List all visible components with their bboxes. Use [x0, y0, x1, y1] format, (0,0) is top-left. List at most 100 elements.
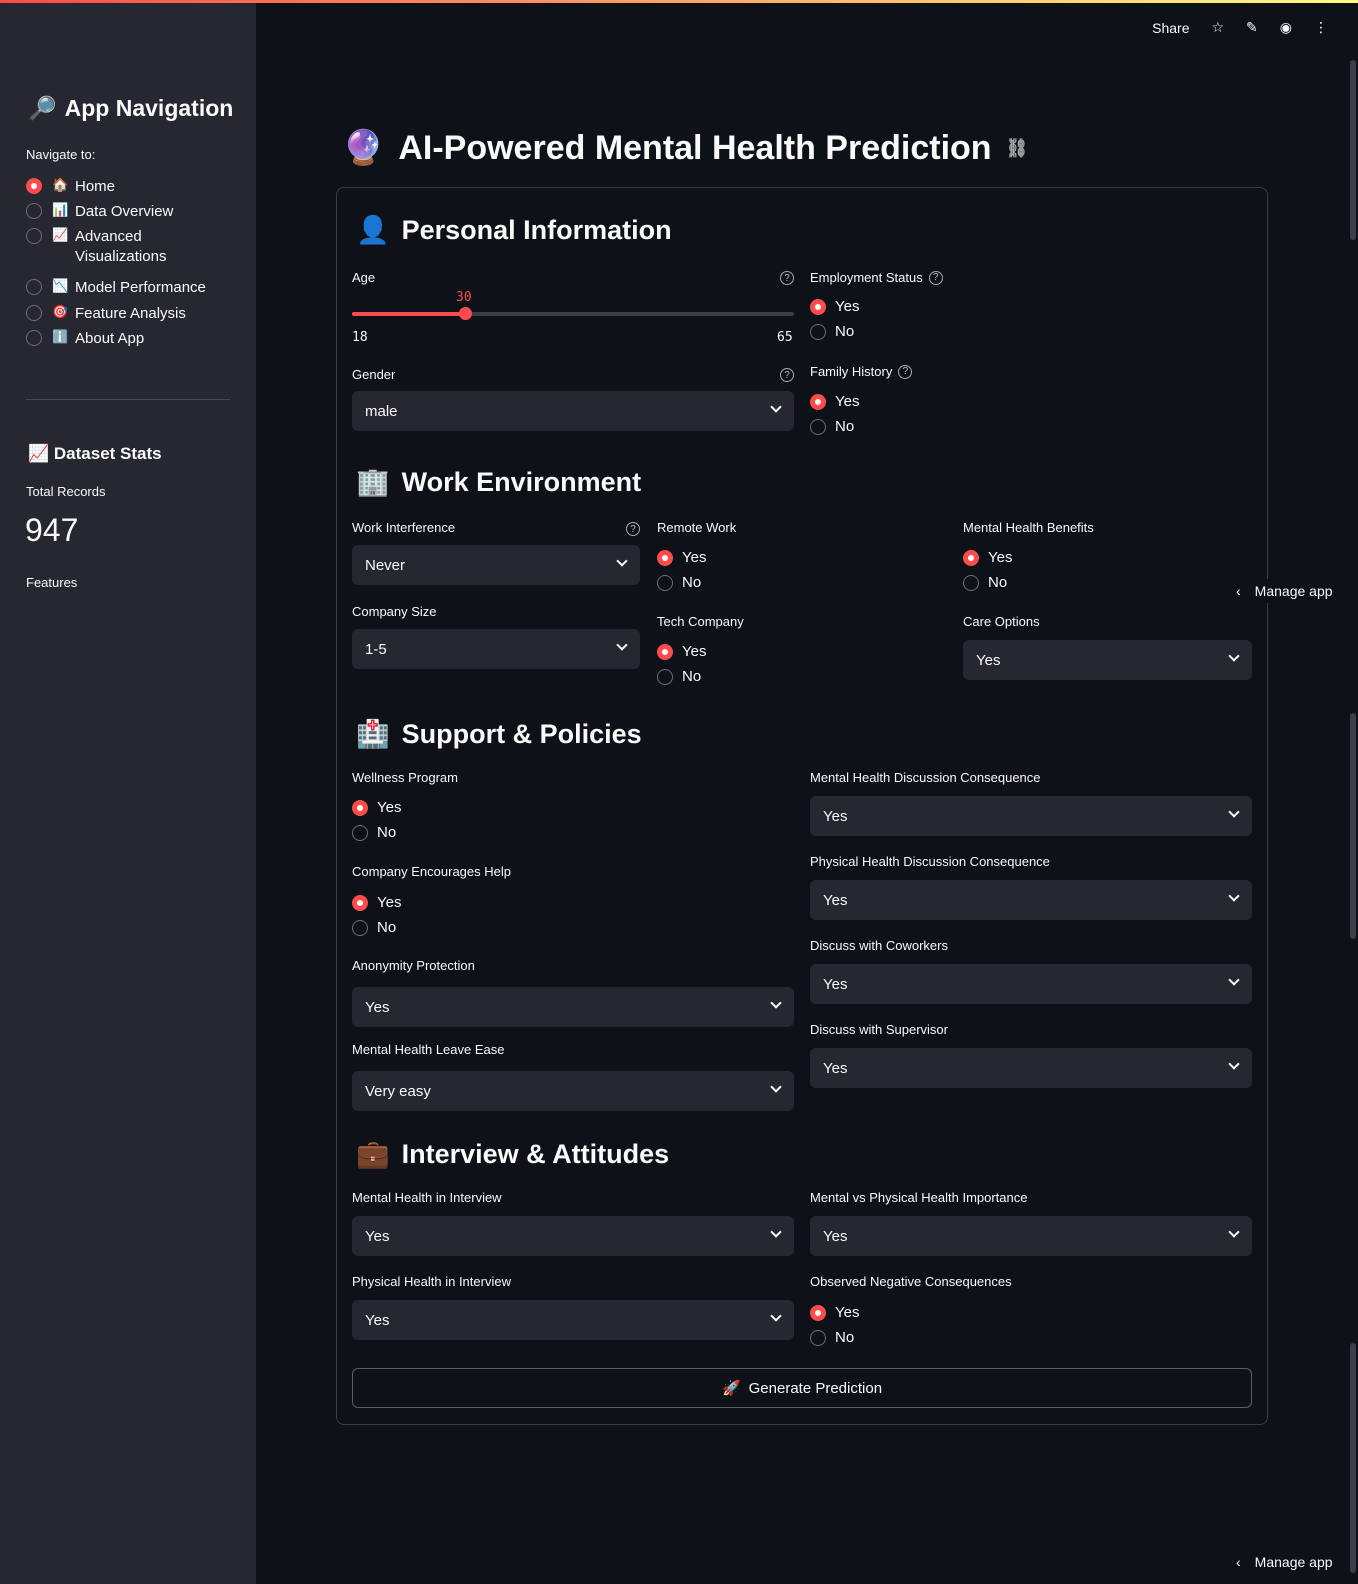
- employment-no[interactable]: No: [810, 323, 854, 340]
- mh-benefits-yes[interactable]: Yes: [963, 549, 1012, 566]
- section-title: Work Environment: [401, 466, 642, 497]
- radio-selected-icon[interactable]: [810, 299, 826, 315]
- option-label: Yes: [377, 799, 402, 816]
- page-title-text: AI-Powered Mental Health Prediction: [398, 128, 992, 167]
- radio-selected-icon[interactable]: [810, 1305, 826, 1321]
- radio-icon[interactable]: [352, 920, 368, 936]
- radio-selected-icon[interactable]: [352, 895, 368, 911]
- radio-icon[interactable]: [26, 203, 42, 219]
- radio-selected-icon[interactable]: [26, 178, 42, 194]
- sidebar-item-advanced-visualizations[interactable]: 📈 Advanced Visualizations: [26, 227, 195, 267]
- family-history-no[interactable]: No: [810, 418, 854, 435]
- sidebar-item-label: About App: [75, 330, 145, 347]
- radio-selected-icon[interactable]: [657, 644, 673, 660]
- obs-consequence-yes[interactable]: Yes: [810, 1304, 859, 1321]
- sidebar-item-data-overview[interactable]: 📊 Data Overview: [26, 202, 173, 222]
- mh-benefits-no[interactable]: No: [963, 574, 1007, 591]
- mvp-select[interactable]: Yes: [810, 1216, 1252, 1256]
- company-encourages-help-label: Company Encourages Help: [352, 864, 511, 879]
- encourages-help-no[interactable]: No: [352, 919, 396, 936]
- option-label: Yes: [988, 549, 1013, 566]
- manage-app-button[interactable]: ‹ Manage app: [1236, 579, 1333, 603]
- wellness-yes[interactable]: Yes: [352, 799, 401, 816]
- radio-selected-icon[interactable]: [810, 394, 826, 410]
- scrollbar-thumb[interactable]: [1350, 1343, 1356, 1573]
- navigate-label: Navigate to:: [26, 147, 96, 162]
- work-interference-select[interactable]: Never: [352, 545, 640, 585]
- radio-icon[interactable]: [810, 324, 826, 340]
- sidebar-item-model-performance[interactable]: 📉 Model Performance: [26, 278, 206, 298]
- target-icon: 🎯: [52, 304, 69, 319]
- chart-down-icon: 📉: [52, 278, 69, 293]
- dataset-stats-title: 📈 Dataset Stats: [28, 444, 162, 463]
- radio-icon[interactable]: [810, 1330, 826, 1346]
- help-icon[interactable]: ?: [928, 270, 943, 285]
- radio-icon[interactable]: [26, 305, 42, 321]
- gender-select[interactable]: male: [352, 391, 794, 431]
- family-history-yes[interactable]: Yes: [810, 393, 859, 410]
- label-text: Family History: [810, 364, 893, 379]
- more-menu-icon[interactable]: ⋮: [1314, 19, 1328, 36]
- mvp-label: Mental vs Physical Health Importance: [810, 1190, 1028, 1205]
- help-icon[interactable]: ?: [780, 271, 794, 285]
- link-icon[interactable]: ⛓: [1006, 138, 1029, 159]
- radio-icon[interactable]: [657, 669, 673, 685]
- company-size-select[interactable]: 1-5: [352, 629, 640, 669]
- star-icon[interactable]: ☆: [1211, 19, 1224, 36]
- help-icon[interactable]: ?: [626, 522, 640, 536]
- features-label: Features: [26, 575, 78, 590]
- sidebar-item-about-app[interactable]: ℹ️ About App: [26, 329, 144, 349]
- sidebar-item-home[interactable]: 🏠 Home: [26, 177, 115, 197]
- remote-work-no[interactable]: No: [657, 574, 701, 591]
- age-slider-value: 30: [456, 290, 472, 305]
- scrollbar-thumb[interactable]: [1350, 60, 1356, 240]
- age-slider-thumb[interactable]: [458, 307, 472, 320]
- radio-selected-icon[interactable]: [963, 550, 979, 566]
- wellness-no[interactable]: No: [352, 824, 396, 841]
- share-button[interactable]: Share: [1152, 20, 1189, 36]
- radio-icon[interactable]: [963, 575, 979, 591]
- ph-interview-label: Physical Health in Interview: [352, 1274, 511, 1289]
- anonymity-select[interactable]: Yes: [352, 987, 794, 1027]
- generate-prediction-button[interactable]: 🚀 Generate Prediction: [352, 1368, 1252, 1408]
- manage-app-label: Manage app: [1254, 1554, 1333, 1570]
- sidebar-item-feature-analysis[interactable]: 🎯 Feature Analysis: [26, 304, 186, 324]
- radio-icon[interactable]: [810, 419, 826, 435]
- radio-icon[interactable]: [657, 575, 673, 591]
- section-title: Personal Information: [401, 214, 672, 245]
- employment-yes[interactable]: Yes: [810, 298, 859, 315]
- chevron-down-icon: [770, 1310, 782, 1322]
- leave-ease-select[interactable]: Very easy: [352, 1071, 794, 1111]
- mh-consequence-select[interactable]: Yes: [810, 796, 1252, 836]
- radio-icon[interactable]: [352, 825, 368, 841]
- radio-icon[interactable]: [26, 228, 42, 244]
- mh-interview-select[interactable]: Yes: [352, 1216, 794, 1256]
- company-size-label: Company Size: [352, 604, 437, 619]
- tech-company-yes[interactable]: Yes: [657, 643, 706, 660]
- obs-consequence-no[interactable]: No: [810, 1329, 854, 1346]
- ph-interview-select[interactable]: Yes: [352, 1300, 794, 1340]
- coworkers-select[interactable]: Yes: [810, 964, 1252, 1004]
- work-interference-label: Work Interference: [352, 520, 456, 535]
- help-icon[interactable]: ?: [780, 368, 794, 382]
- manage-app-button-bottom[interactable]: ‹ Manage app: [1236, 1550, 1333, 1574]
- sidebar-item-label: Model Performance: [75, 279, 206, 296]
- radio-icon[interactable]: [26, 279, 42, 295]
- edit-icon[interactable]: ✎: [1246, 19, 1258, 36]
- radio-selected-icon[interactable]: [657, 550, 673, 566]
- encourages-help-yes[interactable]: Yes: [352, 894, 401, 911]
- github-icon[interactable]: ◉: [1280, 19, 1292, 36]
- remote-work-yes[interactable]: Yes: [657, 549, 706, 566]
- tech-company-no[interactable]: No: [657, 668, 701, 685]
- scrollbar-thumb[interactable]: [1350, 713, 1356, 939]
- ph-consequence-select[interactable]: Yes: [810, 880, 1252, 920]
- supervisor-select[interactable]: Yes: [810, 1048, 1252, 1088]
- radio-selected-icon[interactable]: [352, 800, 368, 816]
- select-value: Yes: [823, 1059, 848, 1077]
- age-slider[interactable]: [352, 307, 794, 320]
- house-icon: 🏠: [52, 177, 69, 192]
- care-options-select[interactable]: Yes: [963, 640, 1252, 680]
- radio-icon[interactable]: [26, 330, 42, 346]
- anonymity-protection-label: Anonymity Protection: [352, 958, 475, 973]
- help-icon[interactable]: ?: [898, 364, 913, 379]
